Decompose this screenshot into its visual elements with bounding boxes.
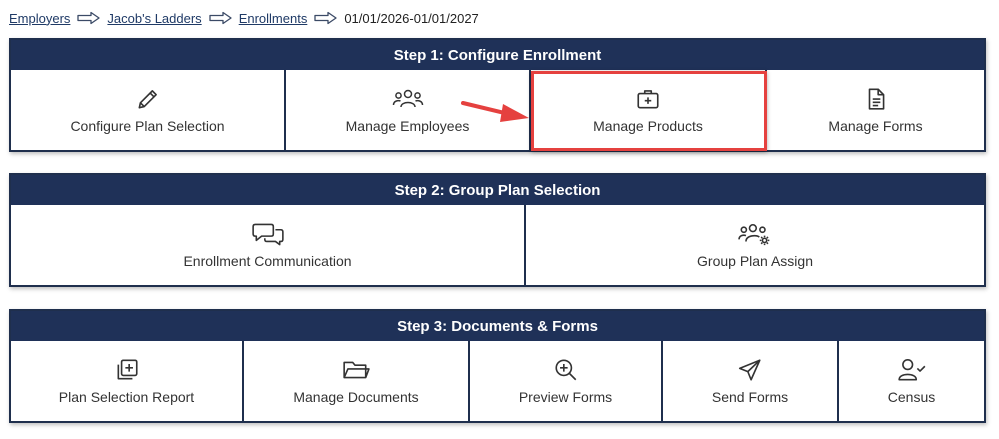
enrollment-communication-tile[interactable]: Enrollment Communication	[11, 205, 526, 285]
arrow-right-icon	[76, 11, 102, 25]
manage-documents-tile[interactable]: Manage Documents	[244, 341, 470, 421]
breadcrumb-link-enrollments[interactable]: Enrollments	[239, 11, 308, 26]
step3-panel: Step 3: Documents & Forms Plan Selection…	[9, 309, 986, 423]
step1-header: Step 1: Configure Enrollment	[11, 40, 984, 70]
step2-header: Step 2: Group Plan Selection	[11, 175, 984, 205]
pencil-icon	[138, 89, 157, 108]
breadcrumb: Employers Jacob's Ladders Enrollments 01…	[9, 9, 479, 27]
tile-label: Configure Plan Selection	[70, 117, 225, 134]
manage-employees-tile[interactable]: Manage Employees	[286, 70, 531, 150]
manage-products-tile[interactable]: Manage Products	[531, 70, 767, 150]
group-plan-assign-tile[interactable]: Group Plan Assign	[526, 205, 984, 285]
breadcrumb-link-employer[interactable]: Jacob's Ladders	[107, 11, 201, 26]
census-tile[interactable]: Census	[839, 341, 984, 421]
arrow-right-icon	[208, 11, 234, 25]
send-forms-tile[interactable]: Send Forms	[663, 341, 839, 421]
tile-label: Send Forms	[711, 388, 789, 405]
tile-label: Manage Employees	[345, 117, 470, 134]
manage-forms-tile[interactable]: Manage Forms	[767, 70, 984, 150]
configure-plan-selection-tile[interactable]: Configure Plan Selection	[11, 70, 286, 150]
tile-label: Plan Selection Report	[58, 388, 195, 405]
tile-label: Group Plan Assign	[697, 252, 813, 269]
tile-label: Enrollment Communication	[183, 252, 352, 269]
tile-label: Manage Forms	[828, 117, 923, 134]
preview-forms-tile[interactable]: Preview Forms	[470, 341, 663, 421]
step1-panel: Step 1: Configure Enrollment Configure P…	[9, 38, 986, 152]
arrow-right-icon	[313, 11, 339, 25]
tile-label: Census	[887, 388, 936, 405]
tile-label: Manage Products	[593, 117, 703, 134]
user-check-icon	[897, 358, 925, 380]
step2-panel: Step 2: Group Plan Selection Enrollment …	[9, 173, 986, 287]
zoom-in-icon	[554, 358, 576, 380]
step3-header: Step 3: Documents & Forms	[11, 311, 984, 341]
paper-plane-icon	[738, 358, 761, 381]
breadcrumb-link-employers[interactable]: Employers	[9, 11, 70, 26]
copy-plus-icon	[117, 358, 138, 379]
plan-selection-report-tile[interactable]: Plan Selection Report	[11, 341, 244, 421]
tile-label: Preview Forms	[518, 388, 613, 405]
users-gear-icon	[738, 223, 770, 245]
chat-bubbles-icon	[251, 223, 284, 245]
document-icon	[868, 87, 884, 110]
medical-kit-icon	[637, 89, 659, 108]
tile-label: Manage Documents	[293, 388, 419, 405]
breadcrumb-current: 01/01/2026-01/01/2027	[344, 10, 479, 26]
users-icon	[392, 89, 423, 107]
folder-icon	[343, 361, 370, 378]
